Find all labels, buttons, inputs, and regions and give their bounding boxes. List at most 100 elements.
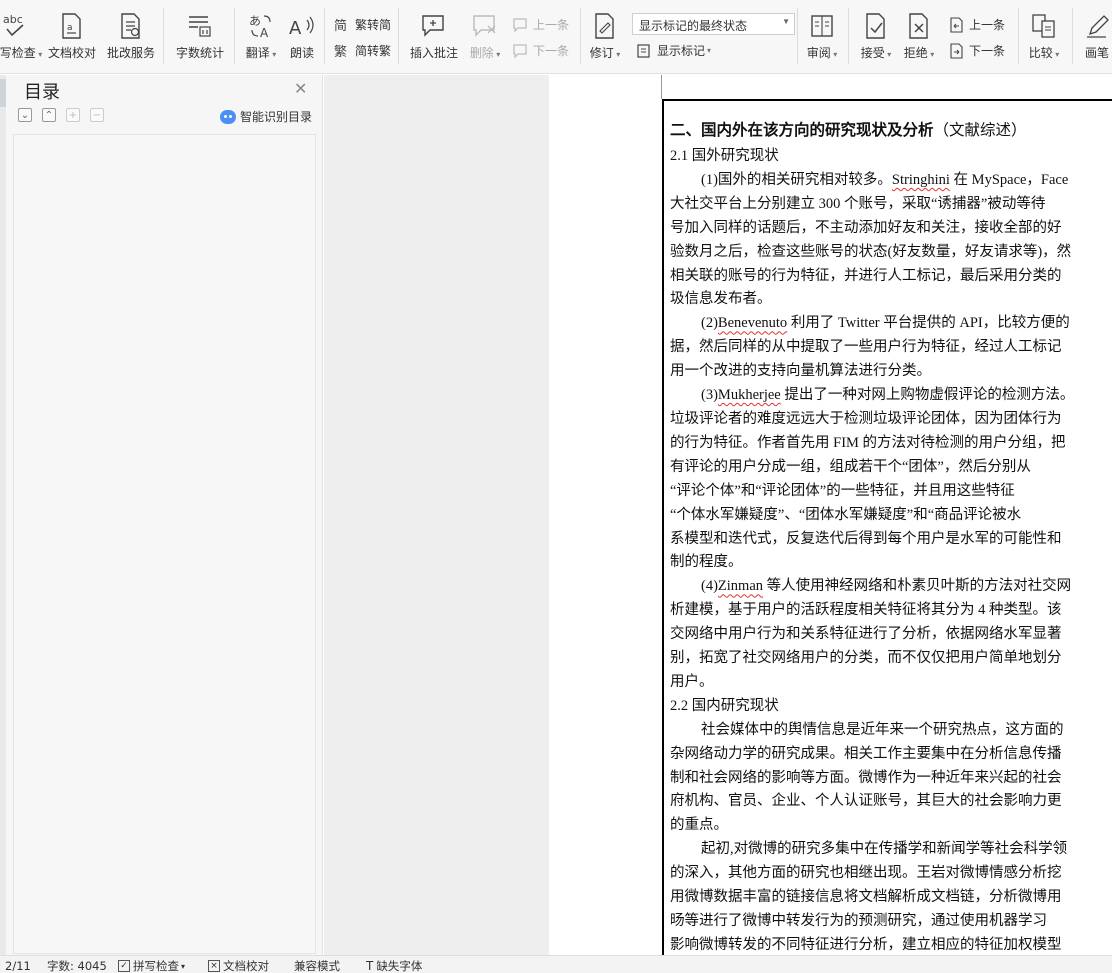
word-count-indicator[interactable]: 字数: 4045 <box>47 958 107 973</box>
show-markup-label: 显示标记 <box>657 44 706 58</box>
paragraph-line: 杂网络动力学的研究成果。相关工作主要集中在分析信息传播 <box>670 745 1062 762</box>
next-change-button[interactable]: 下一条 <box>948 42 1005 59</box>
prev-change-label: 上一条 <box>969 18 1006 32</box>
pen-icon <box>1084 8 1110 44</box>
compare-label: 比较 <box>1029 44 1060 61</box>
doc-proof-button[interactable]: a 文档校对 <box>47 0 97 61</box>
batch-review-icon <box>118 8 144 44</box>
missing-font-button[interactable]: T 缺失字体 <box>366 958 422 973</box>
accept-label: 接受 <box>861 44 892 61</box>
chevron-down-icon: ▾ <box>707 46 712 55</box>
read-aloud-icon: A <box>288 8 316 44</box>
doc-proof-icon: a <box>59 8 85 44</box>
prev-comment-icon <box>513 17 527 32</box>
spell-check-status[interactable]: ✓ 拼写检查 ▾ <box>118 958 185 973</box>
checkbox-icon: ✓ <box>118 960 130 972</box>
accept-icon <box>863 8 889 44</box>
remove-heading-icon[interactable]: − <box>90 108 104 122</box>
spell-check-label: 拼写检查 <box>0 44 42 61</box>
simp-to-trad-icon: 繁 <box>334 44 347 59</box>
paragraph-line: 相关联的账号的行为特征，并进行人工标记，最后采用分类的 <box>670 267 1062 284</box>
translate-button[interactable]: あA 翻译 <box>242 0 280 61</box>
paragraph-line: (1)国外的相关研究相对较多。Stringhini 在 MySpace，Face <box>701 171 1069 188</box>
toc-title: 目录 <box>24 82 60 103</box>
prev-change-button[interactable]: 上一条 <box>948 16 1005 33</box>
paragraph-line: “评论个体”和“评论团体”的一些特征，并且用这些特征 <box>670 482 1015 499</box>
markup-mode-select[interactable]: 显示标记的最终状态 ▼ <box>632 13 795 35</box>
insert-comment-button[interactable]: 插入批注 <box>405 0 463 61</box>
compat-mode-indicator: 兼容模式 <box>294 959 340 973</box>
read-aloud-button[interactable]: A 朗读 <box>284 0 320 61</box>
show-markup-button[interactable]: 显示标记 ▾ <box>636 42 711 59</box>
review-pane-icon <box>809 8 835 44</box>
pen-label: 画笔 <box>1084 46 1109 60</box>
paragraph-line: 别，拓宽了社交网络用户的分类，而不仅仅把用户简单地划分 <box>670 650 1062 667</box>
review-label: 审阅 <box>807 44 838 61</box>
toolbar-divider <box>1072 8 1073 64</box>
doc-proof-label: 文档校对 <box>47 46 96 60</box>
paragraph-line: 用微博数据丰富的链接信息将文档解析成文档链，分析微博用 <box>670 889 1062 906</box>
paragraph-line: (3)Mukherjee 提出了一种对网上购物虚假评论的检测方法。 <box>701 387 1075 404</box>
paragraph-line: 系模型和迭代式，反复迭代后得到每个用户是水军的可能性和 <box>670 530 1062 547</box>
read-aloud-label: 朗读 <box>289 46 314 60</box>
delete-comment-button[interactable]: 删除 <box>466 0 504 61</box>
word-count-button[interactable]: 字数统计 <box>175 0 225 61</box>
section-heading: 二、国内外在该方向的研究现状及分析（文献综述） <box>670 121 1027 139</box>
paragraph-line: 府机构、官员、企业、个人认证账号，其巨大的社会影响力更 <box>670 793 1062 810</box>
paragraph-line: 圾信息发布者。 <box>670 291 772 308</box>
review-pane-button[interactable]: 审阅 <box>803 0 841 61</box>
expand-all-icon[interactable]: ⌃ <box>42 108 56 122</box>
toolbar-divider <box>848 8 849 64</box>
pen-button[interactable]: 画笔 <box>1078 0 1112 61</box>
add-heading-icon[interactable]: + <box>66 108 80 122</box>
spell-check-button[interactable]: abc 拼写检查 <box>0 0 40 61</box>
paragraph-line: 用户。 <box>670 673 714 690</box>
compare-button[interactable]: 比较 <box>1025 0 1063 61</box>
compare-icon <box>1030 8 1058 44</box>
spell-check-icon: abc <box>1 8 29 44</box>
svg-text:A: A <box>260 26 269 40</box>
paragraph-line: 验数月之后，检查这些账号的状态(好友数量，好友请求等)，然 <box>670 243 1072 260</box>
font-warning-icon: T <box>366 959 374 973</box>
document-page[interactable]: 二、国内外在该方向的研究现状及分析（文献综述） 2.1 国外研究现状 (1)国外… <box>549 75 1112 955</box>
ai-robot-icon <box>220 109 236 124</box>
revise-label: 修订 <box>590 44 621 61</box>
batch-review-button[interactable]: 批改服务 <box>106 0 156 61</box>
paragraph-line: 析建模，基于用户的活跃程度相关特征将其分为 4 种类型。该 <box>670 602 1062 619</box>
smart-toc-button[interactable]: 智能识别目录 <box>220 108 312 125</box>
trad-to-simp-label: 繁转简 <box>355 18 392 32</box>
close-icon[interactable]: ✕ <box>294 79 307 98</box>
toc-list[interactable] <box>13 134 316 954</box>
page-indicator[interactable]: 页: 2/11 <box>0 958 31 973</box>
reject-button[interactable]: 拒绝 <box>900 0 938 61</box>
trad-to-simp-button[interactable]: 简 繁转简 <box>334 16 391 33</box>
paragraph-line: 据，然后同样的从中提取了一些用户行为特征，经过人工标记 <box>670 339 1062 356</box>
collapse-all-icon[interactable]: ⌄ <box>18 108 32 122</box>
prev-change-icon <box>950 16 963 33</box>
document-canvas[interactable]: 二、国内外在该方向的研究现状及分析（文献综述） 2.1 国外研究现状 (1)国外… <box>324 75 1112 955</box>
paragraph-line: 社会媒体中的舆情信息是近年来一个研究热点，这方面的 <box>701 721 1064 738</box>
next-comment-label: 下一条 <box>533 44 570 58</box>
doc-proof-status[interactable]: × 文档校对 <box>208 958 269 973</box>
translate-icon: あA <box>248 8 274 44</box>
document-text[interactable]: 二、国内外在该方向的研究现状及分析（文献综述） 2.1 国外研究现状 (1)国外… <box>670 115 1112 955</box>
svg-text:繁: 繁 <box>334 44 347 59</box>
prev-comment-button[interactable]: 上一条 <box>512 16 569 33</box>
paragraph-line: 制和社会网络的影响等方面。微博作为一种近年来兴起的社会 <box>670 769 1062 786</box>
paragraph-line: “个体水军嫌疑度”、“团体水军嫌疑度”和“商品评论被水 <box>670 506 1022 523</box>
paragraph-line: 垃圾评论者的难度远远大于检测垃圾评论团体，因为团体行为 <box>670 410 1062 427</box>
toolbar-divider <box>234 8 235 64</box>
accept-button[interactable]: 接受 <box>857 0 895 61</box>
paragraph-line: 大社交平台上分别建立 300 个账号，采取“诱捕器”被动等待 <box>670 195 1046 212</box>
delete-comment-label: 删除 <box>470 44 501 61</box>
reject-icon <box>906 8 932 44</box>
paragraph-line: 号加入同样的话题后，不主动添加好友和关注，接收全部的好 <box>670 219 1062 236</box>
simp-to-trad-button[interactable]: 繁 简转繁 <box>334 42 391 59</box>
insert-comment-label: 插入批注 <box>409 46 458 60</box>
revise-button[interactable]: 修订 <box>586 0 624 61</box>
svg-text:abc: abc <box>3 13 23 26</box>
next-comment-button[interactable]: 下一条 <box>512 42 569 59</box>
toc-panel: 目录 ✕ ⌄ ⌃ + − 智能识别目录 <box>6 75 323 955</box>
crop-mark <box>661 75 662 99</box>
proof-icon: × <box>208 960 220 972</box>
